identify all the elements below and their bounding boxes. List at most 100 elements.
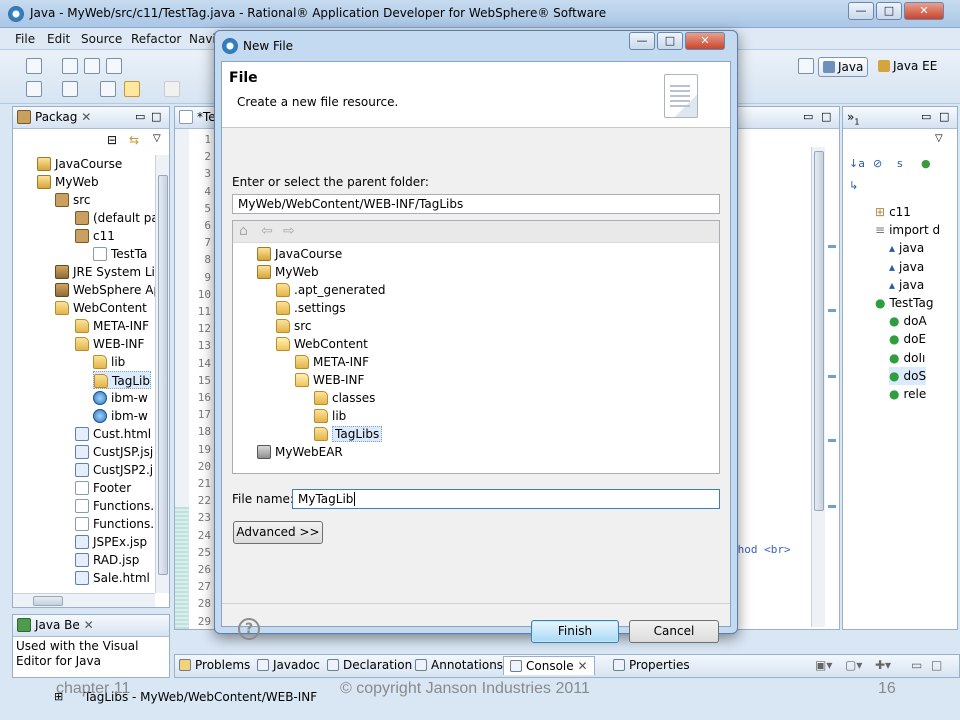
package-tree-item[interactable]: (default pa	[75, 209, 159, 227]
outline-item[interactable]: ▴ java	[889, 258, 924, 276]
display-console-icon[interactable]: ▢▾	[845, 658, 862, 672]
finish-button[interactable]: Finish	[531, 620, 619, 643]
package-tree-item[interactable]: JSPEx.jsp	[75, 533, 147, 551]
package-explorer-tab[interactable]: Packag ✕	[17, 110, 91, 124]
outline-item[interactable]: ≡ import d	[875, 221, 940, 239]
search-icon[interactable]	[62, 81, 78, 97]
folder-tree-item[interactable]: META-INF	[295, 353, 369, 371]
package-tree-item[interactable]: src	[55, 191, 91, 209]
package-tree-item[interactable]: JavaCourse	[37, 155, 122, 173]
editor-tab[interactable]: *Te	[179, 110, 216, 124]
folder-tree-item[interactable]: .settings	[276, 299, 346, 317]
new-console-icon[interactable]: ✚▾	[875, 658, 891, 672]
package-tree-item[interactable]: WebSphere Ap	[55, 281, 161, 299]
perspective-javaee[interactable]: Java EE	[874, 57, 941, 77]
perspective-java[interactable]: Java	[818, 57, 869, 77]
folder-tree-item[interactable]: MyWeb	[257, 263, 319, 281]
open-console-icon[interactable]: ▣▾	[815, 658, 832, 672]
maximize-view-icon[interactable]: □	[151, 110, 161, 123]
open-type-icon[interactable]	[26, 81, 42, 97]
menu-edit[interactable]: Edit	[47, 32, 70, 46]
outline-item[interactable]: ● rele	[889, 385, 926, 403]
package-tree-item[interactable]: RAD.jsp	[75, 551, 139, 569]
package-tree-item[interactable]: c11	[75, 227, 115, 245]
menu-file[interactable]: File	[15, 32, 35, 46]
close-tab-icon[interactable]: ✕	[81, 110, 91, 124]
outline-item[interactable]: ▴ java	[889, 239, 924, 257]
last-edit-icon[interactable]	[100, 81, 116, 97]
view-menu-icon[interactable]: ▽	[153, 133, 161, 144]
folder-tree-item[interactable]: WebContent	[276, 335, 368, 353]
java-beans-tab[interactable]: Java Be ✕	[17, 618, 94, 632]
forward-arrow-icon[interactable]	[164, 81, 180, 97]
collapse-all-icon[interactable]: ⊟	[107, 133, 117, 147]
folder-tree-item[interactable]: .apt_generated	[276, 281, 385, 299]
package-tree-item[interactable]: ibm-w	[93, 407, 148, 425]
home-icon[interactable]: ⌂	[239, 223, 248, 239]
package-tree-item[interactable]: Functions.	[75, 515, 154, 533]
package-tree-item[interactable]: WebContent	[55, 299, 147, 317]
view-menu-icon[interactable]: ▽	[935, 133, 943, 144]
open-perspective-icon[interactable]	[798, 58, 814, 74]
maximize-view-icon[interactable]: □	[931, 658, 942, 672]
package-vertical-scrollbar[interactable]	[155, 155, 169, 593]
scroll-thumb[interactable]	[158, 175, 168, 575]
minimize-view-icon[interactable]: ▭	[135, 110, 145, 123]
minimize-button[interactable]: —	[848, 2, 874, 20]
folder-tree-item[interactable]: JavaCourse	[257, 245, 342, 263]
folder-tree-item[interactable]: lib	[314, 407, 346, 425]
forward-icon[interactable]: ⇨	[283, 223, 295, 239]
close-tab-icon[interactable]: ✕	[84, 618, 94, 632]
folder-tree-item[interactable]: MyWebEAR	[257, 443, 343, 461]
menu-refactor[interactable]: Refactor	[131, 32, 181, 46]
maximize-button[interactable]: □	[876, 2, 902, 20]
close-tab-icon[interactable]: ✕	[577, 659, 587, 673]
folder-tree-item[interactable]: classes	[314, 389, 375, 407]
link-editor-icon[interactable]: ⇆	[129, 133, 139, 147]
package-tree-item[interactable]: CustJSP2.j	[75, 461, 153, 479]
scroll-thumb[interactable]	[814, 151, 824, 511]
folder-tree-item[interactable]: src	[276, 317, 312, 335]
package-tree-item[interactable]: TagLib	[93, 371, 151, 389]
hide-fields-icon[interactable]: ⊘	[873, 157, 882, 170]
save-icon[interactable]	[62, 58, 78, 74]
cancel-button[interactable]: Cancel	[629, 620, 719, 643]
hide-static-icon[interactable]: s	[897, 157, 903, 170]
outline-item[interactable]: ● doS	[889, 366, 927, 385]
hide-local-types-icon[interactable]: ↳	[849, 179, 858, 192]
filename-input[interactable]: MyTagLib	[292, 489, 720, 509]
package-tree-item[interactable]: Sale.html	[75, 569, 150, 587]
back-icon[interactable]: ⇦	[261, 223, 273, 239]
maximize-view-icon[interactable]: □	[939, 110, 949, 123]
package-tree-item[interactable]: lib	[93, 353, 125, 371]
package-tree-item[interactable]: Footer	[75, 479, 131, 497]
package-tree-item[interactable]: MyWeb	[37, 173, 99, 191]
tab-properties[interactable]: Properties	[613, 658, 690, 672]
sort-icon[interactable]: ↓a	[849, 157, 865, 170]
help-icon[interactable]: ?	[238, 618, 260, 640]
package-horizontal-scrollbar[interactable]	[13, 593, 155, 607]
minimize-view-icon[interactable]: ▭	[803, 110, 813, 123]
minimize-view-icon[interactable]: ▭	[921, 110, 931, 123]
minimize-button[interactable]: —	[629, 32, 655, 50]
tab-annotations[interactable]: Annotations	[415, 658, 503, 672]
hide-nonpublic-icon[interactable]: ●	[921, 157, 931, 170]
save-all-icon[interactable]	[84, 58, 100, 74]
close-button[interactable]: ✕	[904, 2, 944, 20]
outline-item[interactable]: ▴ java	[889, 276, 924, 294]
advanced-button[interactable]: Advanced >>	[233, 521, 323, 544]
maximize-button[interactable]: □	[657, 32, 683, 50]
folder-tree-item[interactable]: WEB-INF	[295, 371, 364, 389]
package-tree-item[interactable]: TestTa	[93, 245, 147, 263]
tab-javadoc[interactable]: Javadoc	[257, 658, 320, 672]
package-tree-item[interactable]: Functions.	[75, 497, 154, 515]
scroll-thumb[interactable]	[33, 596, 63, 606]
new-icon[interactable]	[26, 58, 42, 74]
package-tree-item[interactable]: WEB-INF	[75, 335, 144, 353]
tab-declaration[interactable]: Declaration	[327, 658, 412, 672]
print-icon[interactable]	[106, 58, 122, 74]
outline-item[interactable]: ● TestTag	[875, 294, 933, 312]
back-arrow-icon[interactable]	[124, 81, 140, 97]
menu-navigate[interactable]: Navi	[189, 32, 216, 46]
outline-item[interactable]: ● doA	[889, 312, 927, 330]
